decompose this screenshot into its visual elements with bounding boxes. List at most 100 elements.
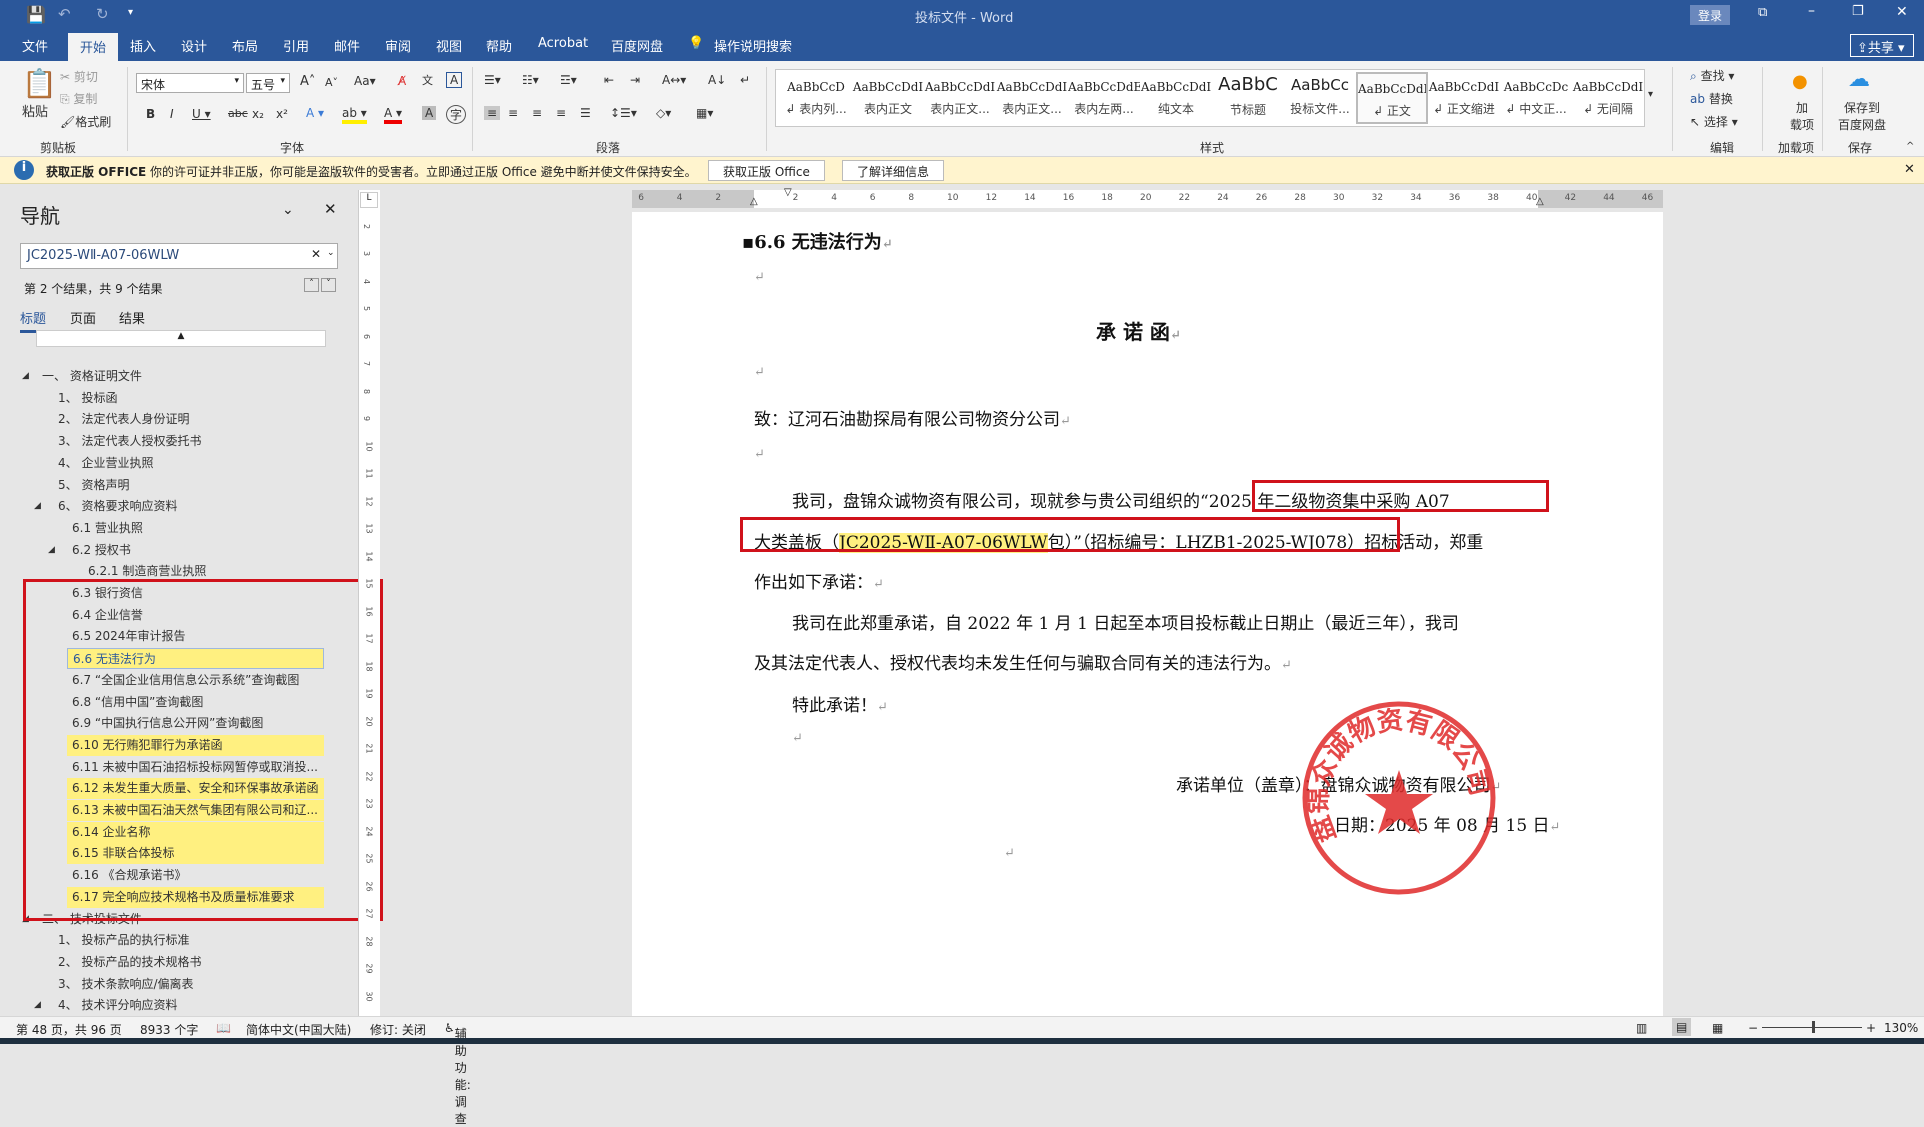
text-effects-icon[interactable]: A ▾ [306, 106, 324, 120]
nav-heading-item[interactable]: 3、 法定代表人授权委托书 [58, 431, 201, 452]
tell-me-search[interactable]: 操作说明搜索 [714, 36, 792, 55]
minimize-button[interactable]: – [1808, 3, 1815, 19]
track-changes-status[interactable]: 修订: 关闭 [370, 1021, 426, 1038]
tab-acrobat[interactable]: Acrobat [538, 36, 588, 51]
ribbon-display-icon[interactable]: ⧉ [1758, 5, 1767, 20]
font-size-select[interactable]: 五号 ▾ [246, 73, 290, 93]
read-mode-icon[interactable]: ▥ [1636, 1021, 1647, 1035]
tab-baidu-netdisk[interactable]: 百度网盘 [611, 36, 663, 55]
clear-formatting-icon[interactable]: A̸ [398, 74, 406, 88]
previous-result-button[interactable]: ˄ [304, 278, 319, 292]
character-shading-icon[interactable]: A [422, 106, 437, 120]
print-layout-icon[interactable]: ▤ [1672, 1018, 1692, 1036]
tab-mailings[interactable]: 邮件 [334, 36, 360, 55]
nav-heading-item[interactable]: 1、 投标产品的执行标准 [58, 930, 189, 951]
style-6[interactable]: AaBbC 节标题 [1212, 72, 1284, 124]
tab-home[interactable]: 开始 [68, 33, 119, 61]
next-result-button[interactable]: ˅ [321, 278, 336, 292]
tab-pages[interactable]: 页面 [70, 308, 96, 327]
close-bar-icon[interactable]: ✕ [1904, 162, 1915, 177]
text-direction-icon[interactable]: A↔▾ [662, 73, 686, 87]
style-0[interactable]: AaBbCcD ↲ 表内列... [780, 72, 852, 124]
web-layout-icon[interactable]: ▦ [1712, 1021, 1723, 1035]
search-options-icon[interactable]: ⌄ [327, 248, 335, 258]
style-3[interactable]: AaBbCcDdI 表内正文... [996, 72, 1068, 124]
tab-insert[interactable]: 插入 [130, 36, 156, 55]
scroll-to-top-button[interactable]: ▲ [36, 330, 326, 347]
collapse-arrow-icon[interactable]: ◢ [48, 545, 55, 555]
character-border-icon[interactable]: A [446, 72, 463, 88]
nav-heading-item[interactable]: 2、 法定代表人身份证明 [58, 409, 189, 430]
nav-heading-item[interactable]: 4、 企业营业执照 [58, 453, 153, 474]
tab-references[interactable]: 引用 [283, 36, 309, 55]
share-button[interactable]: ⇪共享 ▾ [1850, 34, 1914, 57]
redo-icon[interactable]: ↻ [96, 5, 109, 23]
language[interactable]: 简体中文(中国大陆) [246, 1021, 351, 1038]
first-line-indent-marker[interactable]: ▽ [784, 187, 792, 198]
increase-indent-icon[interactable]: ⇥ [630, 73, 640, 87]
replace-button[interactable]: ab 替换 [1690, 90, 1733, 107]
nav-search-input[interactable]: JC2025-WⅡ-A07-06WLW ✕ ⌄ [20, 243, 338, 269]
accessibility-status[interactable]: ♿ 辅助功能: 调查 [444, 1021, 471, 1126]
grow-font-icon[interactable]: A˄ [300, 74, 315, 89]
document-page[interactable]: ▪6.6 无违法行为↵ ↵ 承 诺 函↵ ↵ 致：辽河石油勘探局有限公司物资分公… [632, 212, 1663, 1016]
collapse-arrow-icon[interactable]: ◢ [34, 1000, 41, 1010]
word-count[interactable]: 8933 个字 [140, 1021, 198, 1038]
clear-search-icon[interactable]: ✕ [311, 247, 321, 261]
font-color-icon[interactable]: A ▾ [384, 106, 403, 124]
nav-heading-item[interactable]: 6、 资格要求响应资料 [58, 496, 177, 517]
nav-heading-item[interactable]: 2、 投标产品的技术规格书 [58, 952, 201, 973]
collapse-arrow-icon[interactable]: ◢ [22, 371, 29, 381]
proofing-icon[interactable]: 📖 [216, 1021, 231, 1035]
style-10[interactable]: AaBbCcDc ↲ 中文正... [1500, 72, 1572, 124]
change-case-button[interactable]: Aa▾ [354, 74, 376, 88]
tab-file[interactable]: 文件 [22, 36, 48, 55]
save-icon[interactable]: 💾 [26, 5, 46, 24]
align-left-icon[interactable]: ≡ [484, 106, 501, 120]
horizontal-ruler[interactable]: △ ▽ △ 6 4 2 2 4 6 8 10 12 14 16 18 20 22 24 26 28 30 32 34 3… [632, 187, 1663, 208]
zoom-slider-thumb[interactable] [1812, 1021, 1815, 1033]
nav-heading-item[interactable]: 3、 技术条款响应/偏离表 [58, 974, 194, 995]
strikethrough-button[interactable]: abc [228, 107, 248, 120]
tab-results[interactable]: 结果 [119, 308, 145, 327]
style-5[interactable]: AaBbCcDdI 纯文本 [1140, 72, 1212, 124]
shading-icon[interactable]: ◇▾ [656, 106, 671, 120]
style-2[interactable]: AaBbCcDdI 表内正文... [924, 72, 996, 124]
nav-heading-item[interactable]: 6.2 授权书 [72, 540, 131, 561]
align-center-icon[interactable]: ≡ [508, 106, 518, 120]
learn-more-button[interactable]: 了解详细信息 [842, 160, 945, 181]
customize-toolbar-icon[interactable]: ▾ [128, 7, 133, 18]
subscript-button[interactable]: x₂ [252, 107, 264, 121]
cut-button[interactable]: ✂ 剪切 [60, 68, 98, 85]
nav-heading-item[interactable]: 4、 技术评分响应资料 [58, 995, 177, 1016]
left-indent-marker[interactable]: △ [750, 196, 758, 207]
style-8[interactable]: AaBbCcDdI ↲ 正文 [1356, 72, 1428, 124]
superscript-button[interactable]: x² [276, 107, 288, 121]
style-11[interactable]: AaBbCcDdI ↲ 无间隔 [1572, 72, 1644, 124]
nav-close-icon[interactable]: ✕ [324, 200, 337, 218]
login-button[interactable]: 登录 [1690, 5, 1730, 25]
vertical-ruler[interactable]: 2 3 4 5 6 7 8 9 10 11 12 13 14 15 16 17 18 19 20 21 22 23 24 25… [358, 190, 380, 1016]
restore-button[interactable]: ❐ [1852, 4, 1864, 19]
zoom-out-button[interactable]: − [1748, 1021, 1758, 1035]
line-spacing-icon[interactable]: ↕☰▾ [610, 106, 637, 120]
nav-options-icon[interactable]: ⌄ [282, 202, 294, 218]
collapse-ribbon-icon[interactable]: ^ [1906, 141, 1914, 152]
zoom-in-button[interactable]: + [1866, 1021, 1876, 1035]
show-marks-icon[interactable]: ↵ [740, 73, 750, 87]
tab-selector-icon[interactable]: L [360, 192, 378, 208]
style-1[interactable]: AaBbCcDdI 表内正文 [852, 72, 924, 124]
highlight-color-icon[interactable]: ab ▾ [342, 106, 367, 124]
tab-view[interactable]: 视图 [436, 36, 462, 55]
nav-heading-item[interactable]: 6.1 营业执照 [72, 518, 143, 539]
paste-button[interactable]: 粘贴 [22, 101, 48, 120]
page-count[interactable]: 第 48 页，共 96 页 [16, 1021, 122, 1038]
underline-button[interactable]: U ▾ [192, 107, 211, 121]
nav-heading-item[interactable]: 1、 投标函 [58, 388, 117, 409]
font-name-select[interactable]: 宋体 ▾ [136, 73, 244, 93]
tab-layout[interactable]: 布局 [232, 36, 258, 55]
format-painter-button[interactable]: 🖌格式刷 [60, 113, 111, 130]
find-button[interactable]: ⌕ 查找 ▾ [1690, 67, 1734, 84]
copy-button[interactable]: ⎘ 复制 [60, 90, 97, 107]
select-button[interactable]: ↖ 选择 ▾ [1690, 113, 1738, 130]
